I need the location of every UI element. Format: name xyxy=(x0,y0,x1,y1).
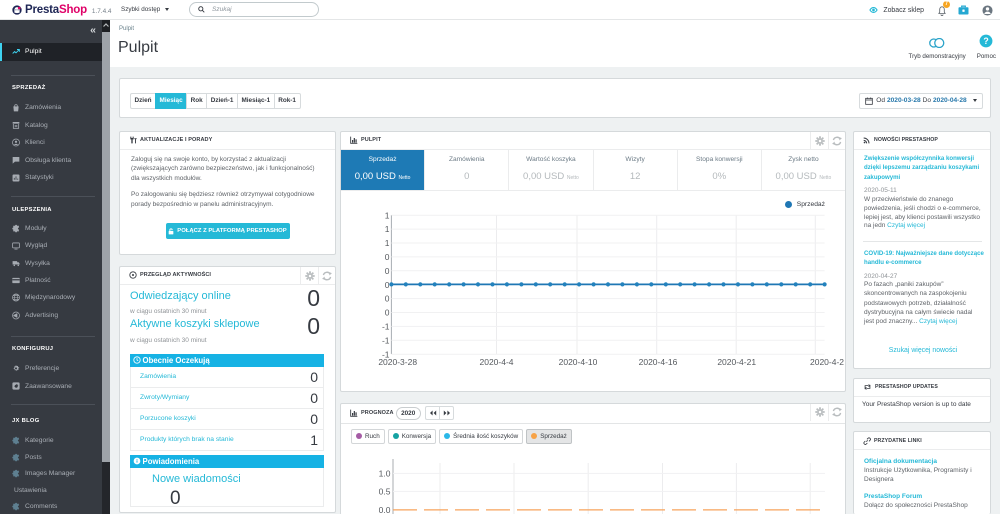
svg-text:0.0: 0.0 xyxy=(379,504,391,514)
svg-text:0: 0 xyxy=(385,266,390,276)
svg-text:2020-4-16: 2020-4-16 xyxy=(639,357,678,367)
svg-text:-1: -1 xyxy=(382,335,390,345)
svg-text:1: 1 xyxy=(385,238,390,248)
svg-text:2020-4-4: 2020-4-4 xyxy=(479,357,513,367)
svg-text:1: 1 xyxy=(385,224,390,234)
svg-text:2020-4-21: 2020-4-21 xyxy=(717,357,756,367)
svg-text:2020-3-28: 2020-3-28 xyxy=(378,357,417,367)
svg-text:0: 0 xyxy=(385,294,390,304)
svg-text:2020-4-10: 2020-4-10 xyxy=(559,357,598,367)
svg-text:-1: -1 xyxy=(382,322,390,332)
svg-text:0: 0 xyxy=(385,280,390,290)
svg-text:0: 0 xyxy=(385,308,390,318)
svg-text:1: 1 xyxy=(385,210,390,220)
svg-text:2020-4-2: 2020-4-2 xyxy=(810,357,844,367)
svg-text:0.5: 0.5 xyxy=(379,486,391,496)
svg-text:1.0: 1.0 xyxy=(379,468,391,478)
svg-text:?: ? xyxy=(984,36,989,46)
svg-text:0: 0 xyxy=(385,252,390,262)
